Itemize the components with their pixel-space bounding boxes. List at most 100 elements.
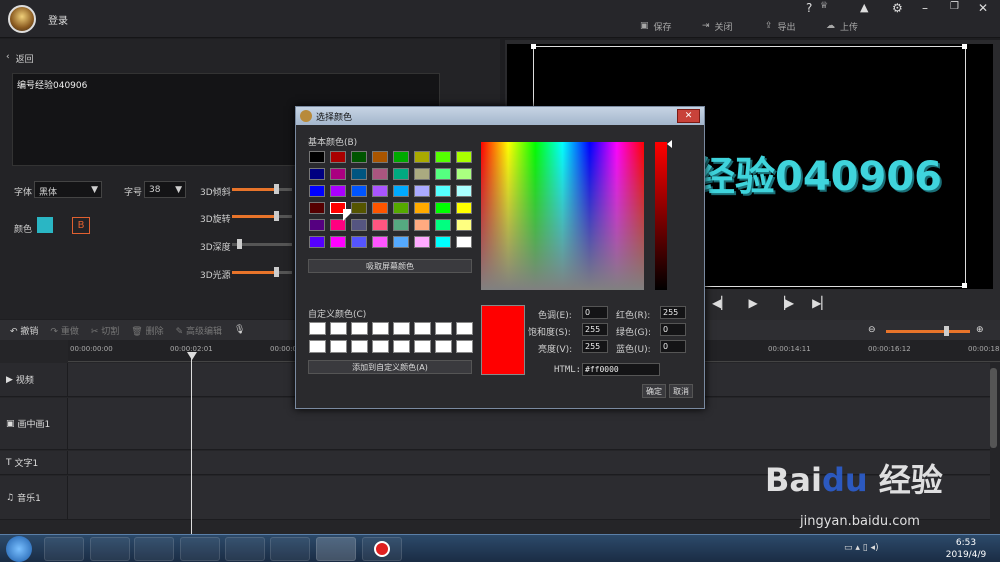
custom-color-swatch[interactable] [435, 340, 452, 353]
resize-handle[interactable] [962, 44, 967, 49]
basic-color-swatch[interactable] [414, 219, 430, 231]
undo-button[interactable]: ↶ 撤销 [10, 324, 38, 337]
custom-color-swatch[interactable] [456, 322, 473, 335]
basic-color-swatch[interactable] [393, 151, 409, 163]
basic-color-swatch[interactable] [351, 185, 367, 197]
basic-color-swatch[interactable] [351, 219, 367, 231]
basic-color-swatch[interactable] [456, 151, 472, 163]
custom-color-swatch[interactable] [372, 322, 389, 335]
basic-color-swatch[interactable] [435, 168, 451, 180]
basic-color-swatch[interactable] [372, 202, 388, 214]
taskbar-app-player[interactable] [225, 537, 265, 561]
value-slider-arrow[interactable] [667, 140, 672, 148]
clock[interactable]: 6:53 2019/4/9 [942, 537, 990, 561]
basic-color-swatch[interactable] [372, 168, 388, 180]
bell-icon[interactable]: ▲ [860, 1, 868, 14]
basic-color-swatch[interactable] [351, 168, 367, 180]
pick-screen-color-button[interactable]: 吸取屏幕颜色 [308, 259, 472, 273]
basic-color-swatch[interactable] [393, 236, 409, 248]
playhead-marker[interactable] [187, 352, 197, 360]
dialog-close-button[interactable]: ✕ [677, 109, 700, 123]
taskbar-app-editor[interactable] [316, 537, 356, 561]
skip-end-icon[interactable]: ▶▏ [812, 296, 830, 310]
value-slider[interactable] [655, 142, 667, 290]
custom-color-swatch[interactable] [414, 340, 431, 353]
basic-color-swatch[interactable] [435, 202, 451, 214]
basic-color-swatch[interactable] [414, 151, 430, 163]
custom-color-swatch[interactable] [393, 322, 410, 335]
tilt-slider[interactable] [232, 184, 292, 194]
custom-color-swatch[interactable] [309, 340, 326, 353]
taskbar-app-writer[interactable] [270, 537, 310, 561]
font-select[interactable]: 黑体 ▼ [34, 181, 102, 198]
close-window-icon[interactable]: ✕ [978, 1, 988, 15]
gear-icon[interactable]: ⚙ [892, 1, 903, 15]
basic-color-swatch[interactable] [309, 219, 325, 231]
minimize-icon[interactable]: – [922, 1, 928, 15]
basic-color-swatch[interactable] [393, 202, 409, 214]
color-swatch[interactable] [37, 217, 53, 233]
basic-color-swatch[interactable] [414, 168, 430, 180]
advanced-edit-button[interactable]: ✎ 高级编辑 [176, 324, 222, 337]
playhead[interactable] [191, 352, 192, 534]
basic-color-swatch[interactable] [372, 151, 388, 163]
close-button[interactable]: ⇥ 关闭 [702, 18, 733, 34]
mic-icon[interactable]: 🎙 [234, 325, 245, 335]
custom-color-swatch[interactable] [435, 322, 452, 335]
save-button[interactable]: ▣ 保存 [640, 18, 672, 34]
saturation-input[interactable]: 255 [582, 323, 608, 336]
hue-saturation-field[interactable] [481, 142, 644, 290]
basic-color-swatch[interactable] [309, 236, 325, 248]
basic-color-swatch[interactable] [414, 185, 430, 197]
red-input[interactable]: 255 [660, 306, 686, 319]
custom-color-swatch[interactable] [330, 322, 347, 335]
size-select[interactable]: 38 ▼ [144, 181, 186, 198]
green-input[interactable]: 0 [660, 323, 686, 336]
basic-color-swatch[interactable] [351, 202, 367, 214]
maximize-icon[interactable]: ❐ [950, 1, 959, 12]
next-frame-icon[interactable]: ▕▶ [776, 296, 794, 310]
zoom-in-icon[interactable]: ⊕ [976, 325, 984, 335]
basic-color-swatch[interactable] [330, 168, 346, 180]
basic-color-swatch[interactable] [435, 219, 451, 231]
basic-color-swatch[interactable] [414, 236, 430, 248]
basic-color-swatch[interactable] [309, 151, 325, 163]
vip-icon[interactable]: ♕ [820, 1, 828, 11]
prev-frame-icon[interactable]: ◀▏ [712, 296, 730, 310]
redo-button[interactable]: ↷ 重做 [50, 324, 78, 337]
basic-color-swatch[interactable] [372, 236, 388, 248]
custom-color-swatch[interactable] [351, 322, 368, 335]
value-input[interactable]: 255 [582, 340, 608, 353]
basic-color-swatch[interactable] [456, 219, 472, 231]
basic-color-swatch[interactable] [351, 236, 367, 248]
delete-button[interactable]: 🗑 删除 [131, 324, 163, 337]
play-icon[interactable]: ▶ [748, 296, 757, 310]
add-custom-color-button[interactable]: 添加到自定义颜色(A) [308, 360, 472, 374]
upload-button[interactable]: ☁ 上传 [826, 18, 858, 34]
resize-handle[interactable] [962, 283, 967, 288]
custom-color-swatch[interactable] [414, 322, 431, 335]
basic-color-swatch[interactable] [309, 168, 325, 180]
basic-color-swatch[interactable] [435, 185, 451, 197]
basic-color-swatch[interactable] [414, 202, 430, 214]
basic-color-swatch[interactable] [456, 168, 472, 180]
custom-color-swatch[interactable] [372, 340, 389, 353]
taskbar-app-recorder[interactable] [362, 537, 402, 561]
basic-color-swatch[interactable] [456, 236, 472, 248]
zoom-slider[interactable] [886, 326, 970, 336]
custom-color-swatch[interactable] [456, 340, 473, 353]
taskbar-app-explorer[interactable] [134, 537, 174, 561]
resize-handle[interactable] [531, 44, 536, 49]
basic-color-swatch[interactable] [435, 151, 451, 163]
help-icon[interactable]: ? [806, 1, 812, 15]
back-button[interactable]: ‹ 返回 [6, 52, 34, 65]
basic-color-swatch[interactable] [435, 236, 451, 248]
hue-input[interactable]: 0 [582, 306, 608, 319]
basic-color-swatch[interactable] [393, 219, 409, 231]
app-logo[interactable] [8, 5, 36, 33]
basic-color-swatch[interactable] [372, 185, 388, 197]
basic-color-swatch[interactable] [456, 202, 472, 214]
basic-color-swatch[interactable] [393, 185, 409, 197]
basic-color-swatch[interactable] [351, 151, 367, 163]
custom-color-swatch[interactable] [309, 322, 326, 335]
